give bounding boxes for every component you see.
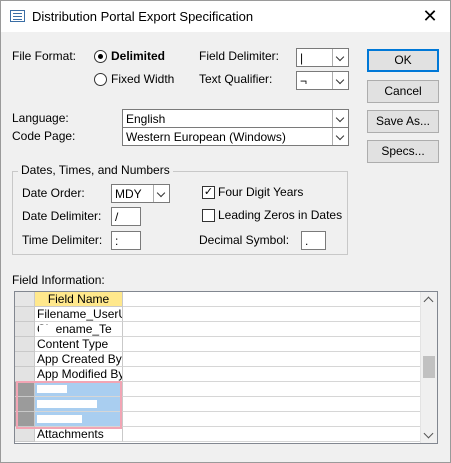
text-qualifier-combo[interactable]: ¬ <box>296 71 349 90</box>
specs-button[interactable]: Specs... <box>367 140 439 163</box>
title-bar: Distribution Portal Export Specification… <box>1 1 450 32</box>
four-digit-years-label[interactable]: Four Digit Years <box>218 185 303 199</box>
file-format-label: File Format: <box>12 49 77 63</box>
redaction-mark <box>37 385 67 393</box>
redaction-mark <box>37 415 82 423</box>
field-name-cell[interactable]: App Created By <box>35 352 123 367</box>
row-selector[interactable] <box>15 352 35 367</box>
date-delimiter-input[interactable]: / <box>111 207 141 226</box>
field-delimiter-combo[interactable]: | <box>296 48 349 67</box>
table-row[interactable]: Attachments <box>15 427 422 442</box>
decimal-symbol-input[interactable]: . <box>301 231 326 250</box>
chevron-down-icon[interactable] <box>332 110 348 127</box>
fixed-width-radio[interactable] <box>94 73 107 86</box>
window-title: Distribution Portal Export Specification <box>32 9 254 24</box>
cancel-button[interactable]: Cancel <box>367 80 439 103</box>
close-icon[interactable]: ✕ <box>410 1 450 32</box>
table-row[interactable] <box>15 382 422 397</box>
text-qualifier-value: ¬ <box>300 74 308 88</box>
date-delimiter-label: Date Delimiter: <box>22 209 102 223</box>
field-name-cell[interactable]: Filename_UserUp <box>35 307 123 322</box>
save-as-button[interactable]: Save As... <box>367 110 439 133</box>
scrollbar-thumb[interactable] <box>423 356 435 378</box>
table-row[interactable]: Filename_UserUp <box>15 307 422 322</box>
field-delimiter-value: | <box>300 51 304 65</box>
row-selector[interactable] <box>15 307 35 322</box>
row-selector[interactable] <box>15 412 35 427</box>
app-form-icon <box>10 10 25 22</box>
export-spec-dialog: Distribution Portal Export Specification… <box>0 0 451 463</box>
leading-zeros-checkbox[interactable] <box>202 209 215 222</box>
chevron-down-icon[interactable] <box>332 128 348 145</box>
dates-group-title: Dates, Times, and Numbers <box>18 163 173 177</box>
text-qualifier-label: Text Qualifier: <box>199 72 273 86</box>
delimited-label[interactable]: Delimited <box>111 49 165 63</box>
ok-button[interactable]: OK <box>367 49 439 72</box>
delimited-radio[interactable] <box>94 50 107 63</box>
leading-zeros-label[interactable]: Leading Zeros in Dates <box>218 208 342 222</box>
field-information-label: Field Information: <box>12 273 105 287</box>
date-order-label: Date Order: <box>22 186 85 200</box>
table-row[interactable]: App Modified By <box>15 367 422 382</box>
redaction-mark <box>39 325 55 333</box>
row-selector[interactable] <box>15 322 35 337</box>
row-selector[interactable] <box>15 427 35 442</box>
language-label: Language: <box>12 111 69 125</box>
fixed-width-label[interactable]: Fixed Width <box>111 72 174 86</box>
field-name-cell[interactable]: App Modified By <box>35 367 123 382</box>
field-name-cell[interactable]: Attachments <box>35 427 123 442</box>
field-delimiter-label: Field Delimiter: <box>199 49 280 63</box>
grid-vertical-scrollbar[interactable] <box>420 292 437 443</box>
grid-corner[interactable] <box>15 292 35 307</box>
time-delimiter-label: Time Delimiter: <box>22 233 103 247</box>
table-row[interactable]: App Created By <box>15 352 422 367</box>
row-selector[interactable] <box>15 367 35 382</box>
language-combo[interactable]: English <box>122 109 349 128</box>
row-selector[interactable] <box>15 337 35 352</box>
date-order-combo[interactable]: MDY <box>111 184 170 203</box>
table-row[interactable]: Ch ename_Te <box>15 322 422 337</box>
redaction-mark <box>37 400 97 408</box>
scroll-up-icon[interactable] <box>421 292 437 308</box>
field-name-column-header[interactable]: Field Name <box>35 292 123 307</box>
chevron-down-icon[interactable] <box>153 185 169 202</box>
table-row[interactable]: Content Type <box>15 337 422 352</box>
code-page-combo[interactable]: Western European (Windows) <box>122 127 349 146</box>
decimal-symbol-label: Decimal Symbol: <box>199 233 290 247</box>
four-digit-years-checkbox[interactable]: ✓ <box>202 186 215 199</box>
code-page-label: Code Page: <box>12 129 76 143</box>
empty-column-header <box>123 292 422 307</box>
row-selector[interactable] <box>15 382 35 397</box>
row-selector[interactable] <box>15 397 35 412</box>
time-delimiter-input[interactable]: : <box>111 231 141 250</box>
language-value: English <box>126 112 166 126</box>
date-order-value: MDY <box>115 187 142 201</box>
scroll-down-icon[interactable] <box>421 427 437 443</box>
chevron-down-icon[interactable] <box>332 49 348 66</box>
field-information-grid[interactable]: Field Name Filename_UserUp Ch ename_Te C… <box>14 291 438 444</box>
code-page-value: Western European (Windows) <box>126 130 286 144</box>
field-name-cell[interactable]: Content Type <box>35 337 123 352</box>
chevron-down-icon[interactable] <box>332 72 348 89</box>
